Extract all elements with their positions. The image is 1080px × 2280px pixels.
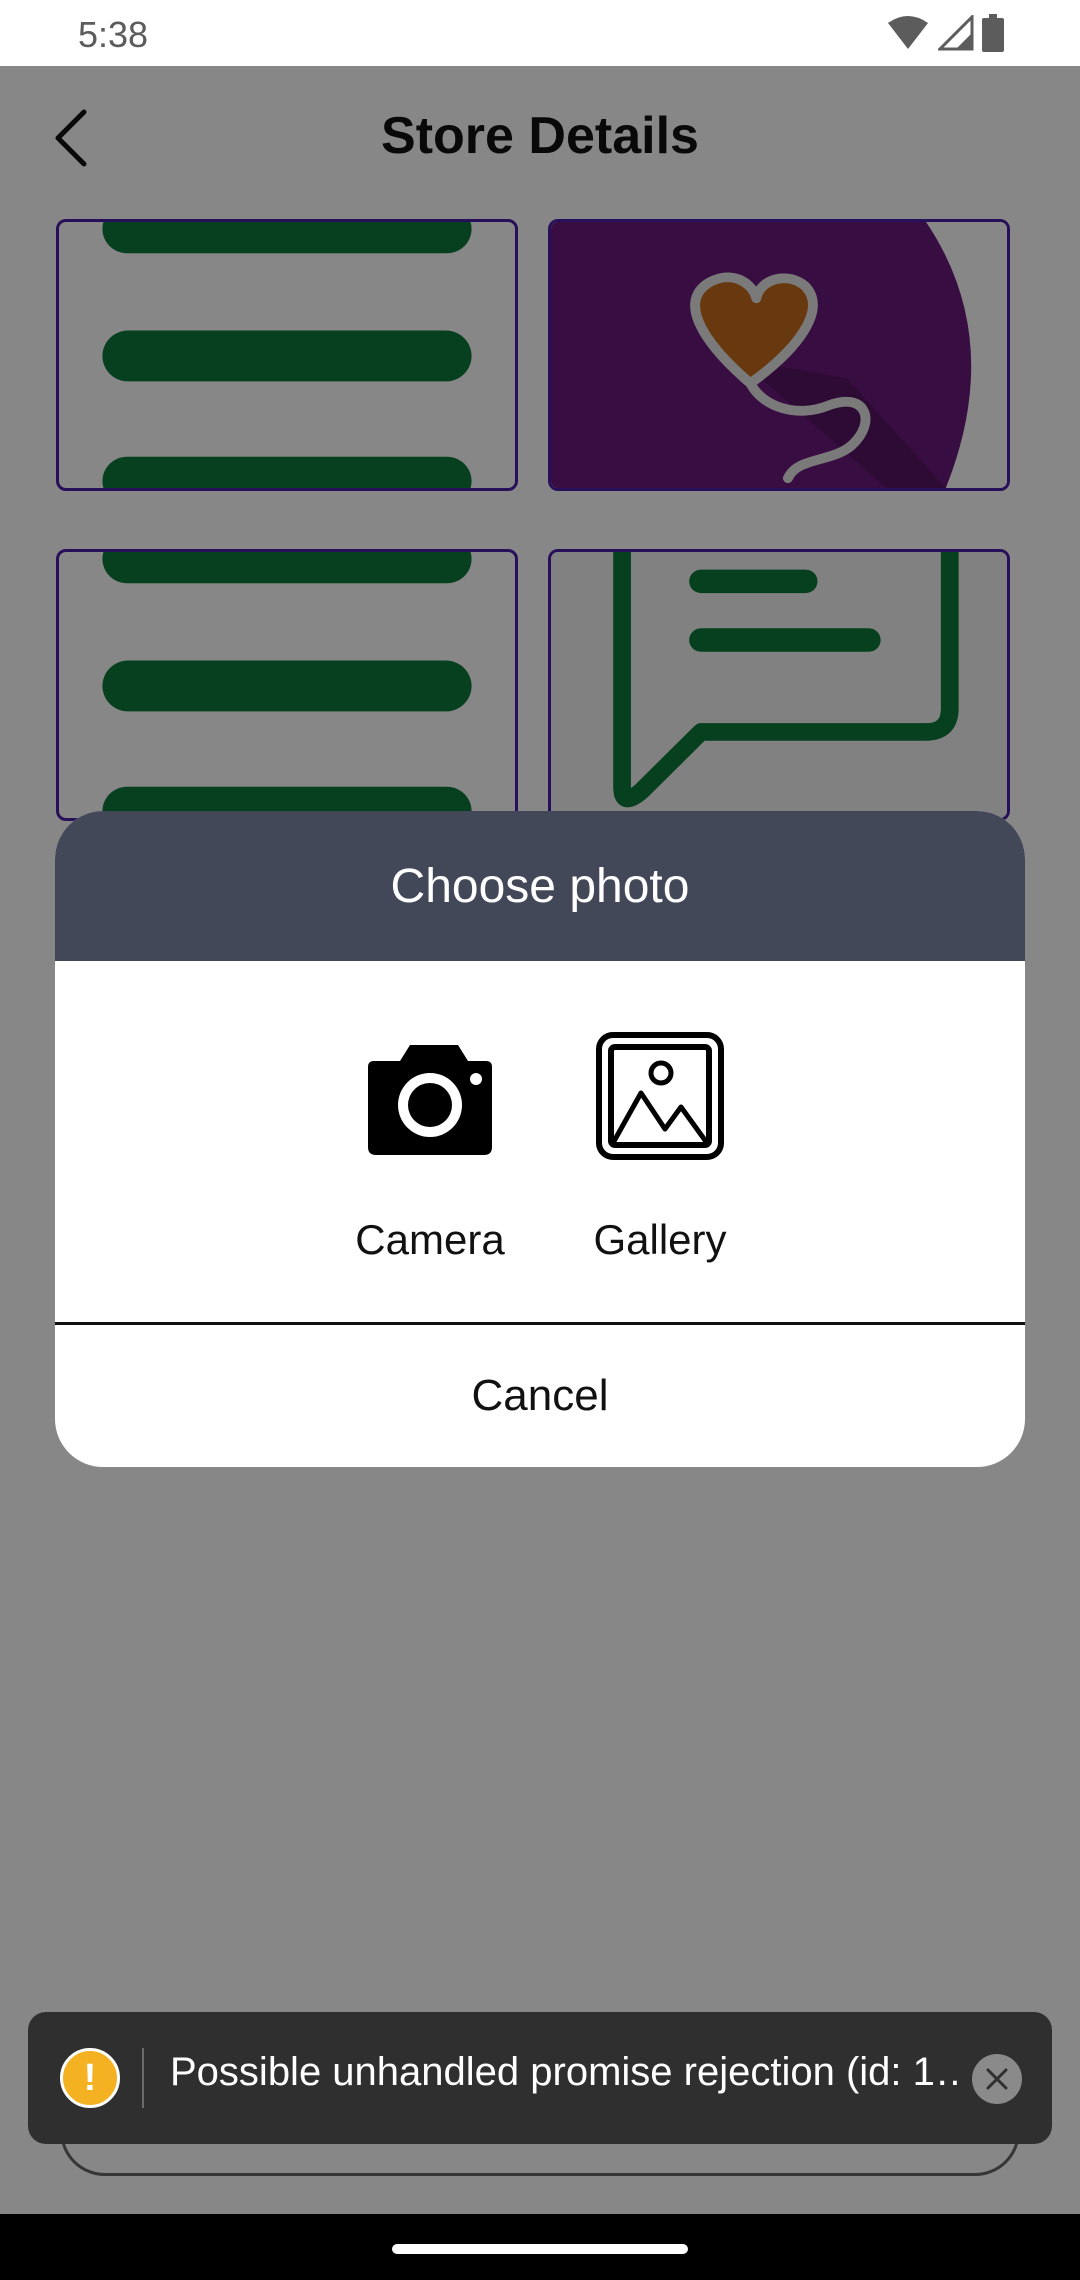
camera-option[interactable]: Camera: [330, 961, 530, 1321]
close-icon: [986, 2068, 1008, 2090]
home-gesture-pill[interactable]: [392, 2244, 688, 2254]
cell-signal-icon: [938, 15, 974, 51]
gallery-icon: [596, 1032, 724, 1160]
navigation-bar: [0, 2214, 1080, 2280]
camera-icon: [368, 1045, 492, 1155]
toast-close-button[interactable]: [972, 2054, 1022, 2104]
dialog-title: Choose photo: [390, 859, 690, 913]
camera-icon-wrap: [330, 1031, 530, 1171]
error-toast[interactable]: ! Possible unhandled promise rejection (…: [28, 2012, 1052, 2144]
gallery-label: Gallery: [593, 1216, 727, 1263]
toast-separator: [142, 2048, 144, 2108]
choose-photo-dialog: Choose photo Camera Gallery Cancel: [55, 811, 1025, 1467]
cancel-button[interactable]: Cancel: [55, 1325, 1025, 1467]
dialog-header: Choose photo: [55, 811, 1025, 961]
toast-message: Possible unhandled promise rejection (id…: [170, 2050, 960, 2094]
gallery-icon-wrap: [560, 1031, 760, 1171]
status-bar: 5:38: [0, 0, 1080, 66]
gallery-option[interactable]: Gallery: [560, 961, 760, 1321]
status-icons: [886, 14, 1004, 52]
battery-icon: [982, 14, 1004, 52]
camera-label: Camera: [355, 1216, 505, 1263]
wifi-icon: [888, 16, 928, 49]
warning-icon: !: [60, 2048, 120, 2108]
status-time: 5:38: [78, 14, 149, 55]
